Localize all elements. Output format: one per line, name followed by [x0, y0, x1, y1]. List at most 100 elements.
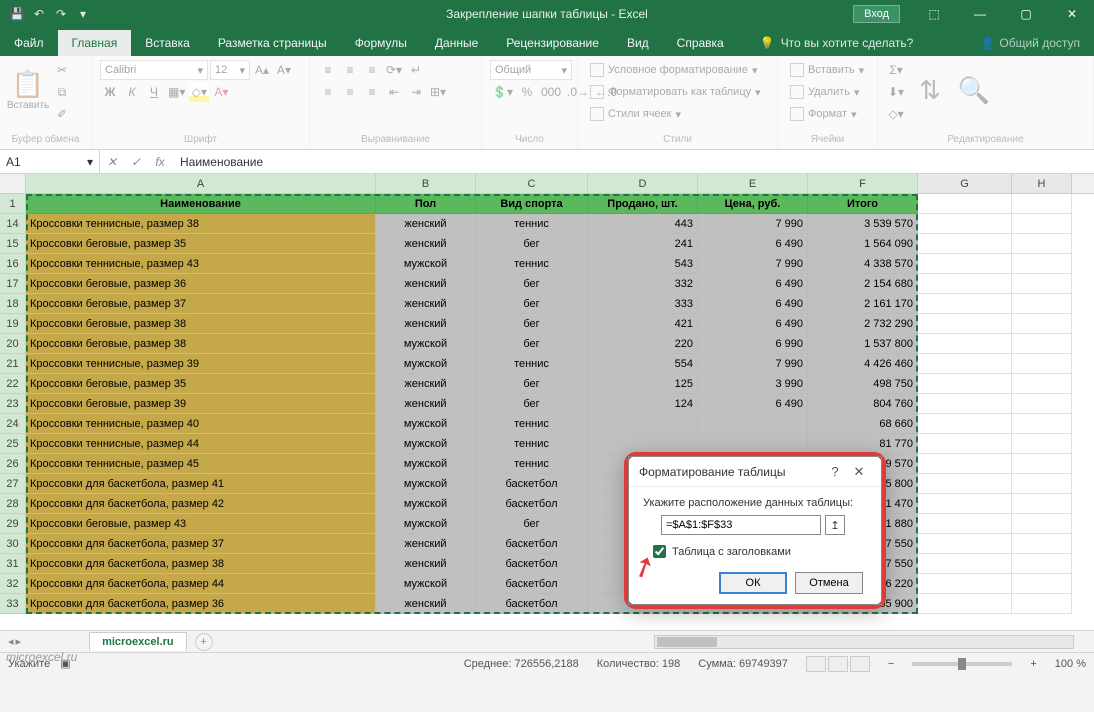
cell[interactable]	[918, 314, 1012, 334]
cell[interactable]: баскетбол	[476, 494, 588, 514]
cell[interactable]	[918, 194, 1012, 214]
cell[interactable]: женский	[376, 314, 476, 334]
cell[interactable]: Кроссовки для баскетбола, размер 44	[26, 574, 376, 594]
cell[interactable]: Кроссовки теннисные, размер 38	[26, 214, 376, 234]
cell[interactable]: 3 990	[698, 374, 808, 394]
cell[interactable]: мужской	[376, 514, 476, 534]
cell[interactable]: 68 660	[808, 414, 918, 434]
tab-вид[interactable]: Вид	[613, 30, 663, 56]
cell[interactable]: 332	[588, 274, 698, 294]
cell[interactable]: бег	[476, 334, 588, 354]
header-cell[interactable]: Вид спорта	[476, 194, 588, 214]
cell[interactable]: бег	[476, 314, 588, 334]
row-header-16[interactable]: 16	[0, 254, 26, 274]
normal-view-button[interactable]	[806, 656, 826, 672]
sheet-nav-prev-icon[interactable]: ◂	[8, 635, 14, 648]
clear-icon[interactable]: ◇▾	[886, 104, 906, 124]
number-format-select[interactable]: Общий▾	[490, 60, 572, 80]
cell[interactable]	[918, 354, 1012, 374]
cell[interactable]: 6 490	[698, 394, 808, 414]
cell[interactable]: теннис	[476, 354, 588, 374]
cell[interactable]	[1012, 374, 1072, 394]
header-cell[interactable]: Продано, шт.	[588, 194, 698, 214]
tab-рецензирование[interactable]: Рецензирование	[492, 30, 613, 56]
cell[interactable]: 6 490	[698, 314, 808, 334]
tab-данные[interactable]: Данные	[421, 30, 492, 56]
help-icon[interactable]: ?	[823, 464, 847, 479]
cell[interactable]	[918, 514, 1012, 534]
cell[interactable]: 7 990	[698, 254, 808, 274]
cell[interactable]: 543	[588, 254, 698, 274]
cell[interactable]: Кроссовки беговые, размер 35	[26, 374, 376, 394]
cell[interactable]: 4 426 460	[808, 354, 918, 374]
comma-icon[interactable]: 000	[539, 82, 563, 102]
zoom-level[interactable]: 100 %	[1055, 658, 1086, 670]
formula-input[interactable]: Наименование	[172, 155, 1094, 169]
increase-font-icon[interactable]: A▴	[252, 60, 272, 80]
column-header-B[interactable]: B	[376, 174, 476, 193]
cell[interactable]	[1012, 574, 1072, 594]
wrap-text-icon[interactable]: ↵	[406, 60, 426, 80]
percent-icon[interactable]: %	[517, 82, 537, 102]
conditional-formatting-button[interactable]: Условное форматирование▾	[586, 60, 761, 80]
cell[interactable]: женский	[376, 554, 476, 574]
tab-file[interactable]: Файл	[0, 30, 58, 56]
cell[interactable]: женский	[376, 374, 476, 394]
zoom-in-button[interactable]: +	[1030, 658, 1036, 670]
cell[interactable]: мужской	[376, 254, 476, 274]
cell[interactable]: баскетбол	[476, 594, 588, 614]
font-color-button[interactable]: A▾	[211, 82, 231, 102]
column-header-H[interactable]: H	[1012, 174, 1072, 193]
underline-button[interactable]: Ч	[144, 82, 164, 102]
cell[interactable]	[918, 474, 1012, 494]
cell[interactable]: женский	[376, 394, 476, 414]
cell[interactable]: 1 564 090	[808, 234, 918, 254]
cell[interactable]: бег	[476, 274, 588, 294]
row-header-17[interactable]: 17	[0, 274, 26, 294]
cell[interactable]: Кроссовки беговые, размер 38	[26, 314, 376, 334]
align-bottom-icon[interactable]: ≡	[362, 60, 382, 80]
row-header-28[interactable]: 28	[0, 494, 26, 514]
autosum-icon[interactable]: Σ▾	[886, 60, 906, 80]
column-header-G[interactable]: G	[918, 174, 1012, 193]
cell[interactable]	[1012, 514, 1072, 534]
cell-styles-button[interactable]: Стили ячеек▾	[586, 104, 685, 124]
cell[interactable]	[1012, 354, 1072, 374]
row-header-32[interactable]: 32	[0, 574, 26, 594]
sort-filter-button[interactable]: ⇅	[910, 60, 950, 120]
header-cell[interactable]: Итого	[808, 194, 918, 214]
bold-button[interactable]: Ж	[100, 82, 120, 102]
cell[interactable]: баскетбол	[476, 554, 588, 574]
cell[interactable]: мужской	[376, 574, 476, 594]
row-header-25[interactable]: 25	[0, 434, 26, 454]
row-header-31[interactable]: 31	[0, 554, 26, 574]
fx-icon[interactable]: fx	[148, 155, 172, 169]
cell[interactable]	[1012, 454, 1072, 474]
cell[interactable]: женский	[376, 214, 476, 234]
cell[interactable]: 7 990	[698, 214, 808, 234]
header-cell[interactable]: Наименование	[26, 194, 376, 214]
row-header-26[interactable]: 26	[0, 454, 26, 474]
cell[interactable]	[698, 434, 808, 454]
cell[interactable]	[1012, 534, 1072, 554]
cell[interactable]: мужской	[376, 414, 476, 434]
cell[interactable]: Кроссовки для баскетбола, размер 36	[26, 594, 376, 614]
align-right-icon[interactable]: ≡	[362, 82, 382, 102]
ok-button[interactable]: ОК	[719, 572, 787, 594]
column-header-C[interactable]: C	[476, 174, 588, 193]
cell[interactable]: 443	[588, 214, 698, 234]
collapse-dialog-icon[interactable]: ↥	[825, 515, 845, 535]
font-size-select[interactable]: 12▾	[210, 60, 250, 80]
minimize-icon[interactable]: —	[958, 0, 1002, 28]
italic-button[interactable]: К	[122, 82, 142, 102]
cell[interactable]	[918, 414, 1012, 434]
page-break-view-button[interactable]	[850, 656, 870, 672]
qat-dropdown-icon[interactable]: ▾	[74, 5, 92, 23]
paste-button[interactable]: 📋 Вставить	[8, 60, 48, 120]
cell[interactable]: 2 732 290	[808, 314, 918, 334]
cell[interactable]: теннис	[476, 454, 588, 474]
cell[interactable]: Кроссовки беговые, размер 43	[26, 514, 376, 534]
align-left-icon[interactable]: ≡	[318, 82, 338, 102]
zoom-slider[interactable]	[912, 662, 1012, 666]
row-header-23[interactable]: 23	[0, 394, 26, 414]
